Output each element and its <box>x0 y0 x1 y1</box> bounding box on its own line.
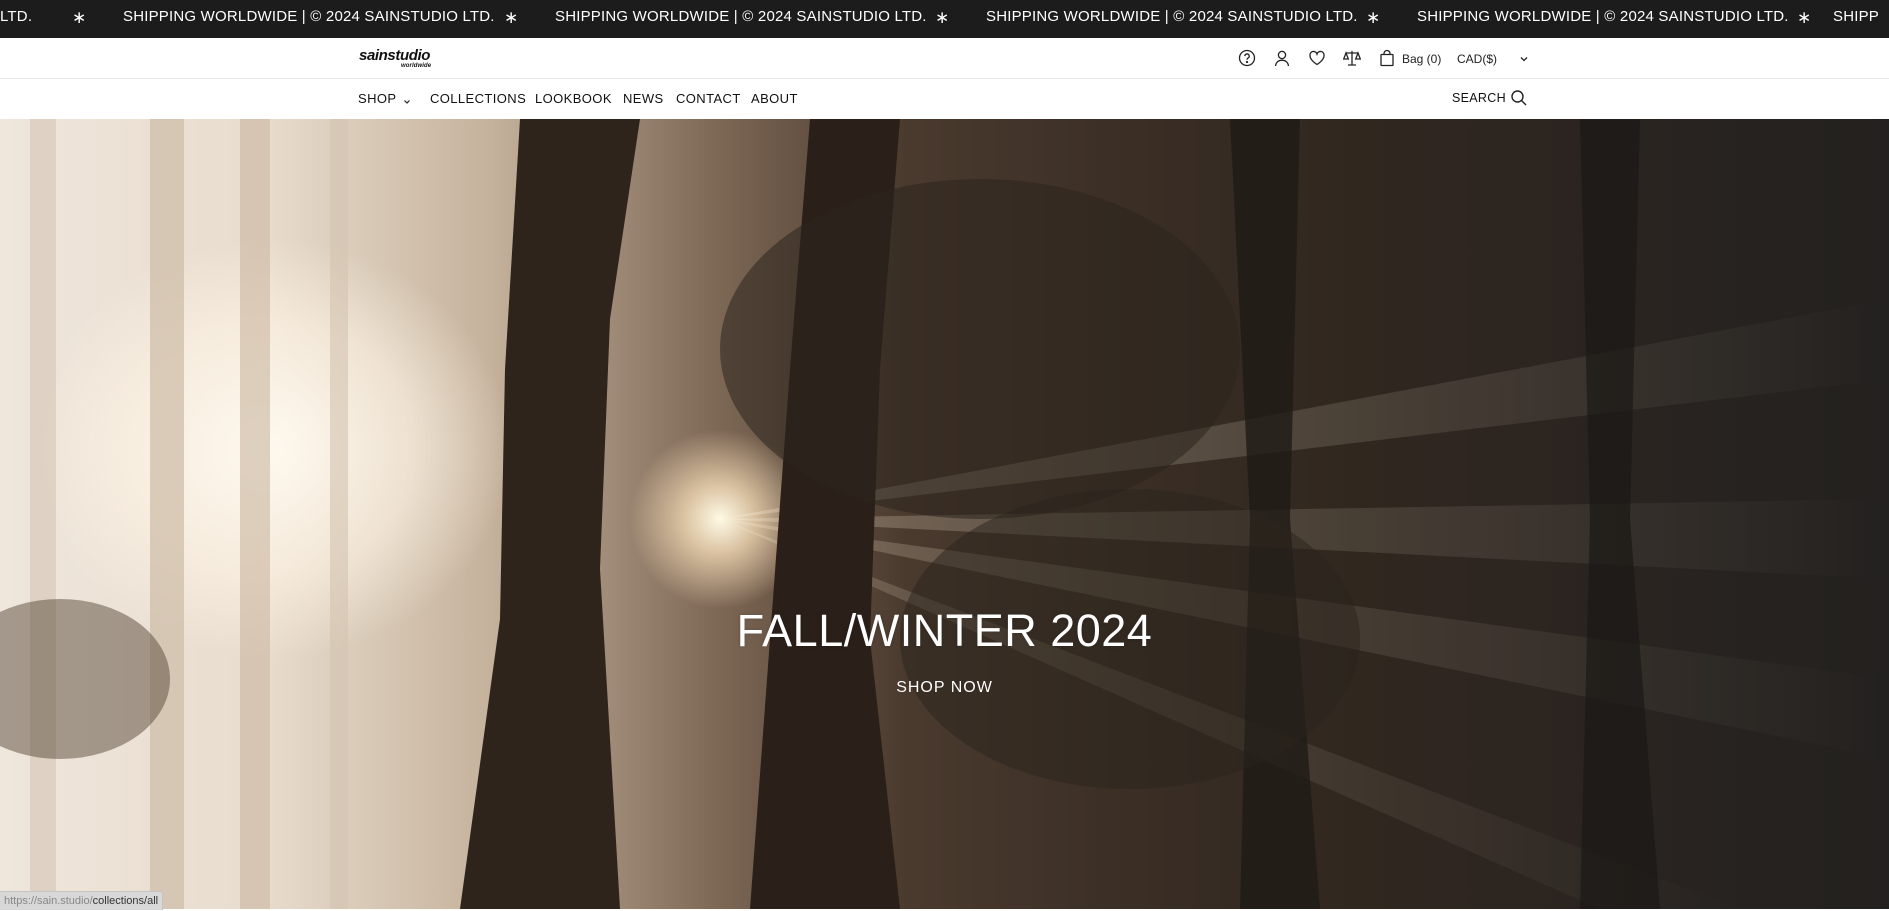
announcement-text: SHIPPING WORLDWIDE | © 2024 SAINSTUDIO L… <box>1417 8 1789 25</box>
logo-wordmark: sainstudio <box>359 47 431 64</box>
nav-item-shop[interactable]: SHOP <box>358 91 396 106</box>
announcement-text: LTD. <box>0 8 33 25</box>
bag-icon[interactable] <box>1378 49 1396 67</box>
currency-selector[interactable]: CAD($) <box>1457 52 1497 66</box>
announcement-text: SHIPPING WORLDWIDE | © 2024 SAINSTUDIO L… <box>555 8 927 25</box>
nav-item-about[interactable]: ABOUT <box>751 91 798 106</box>
nav-item-news[interactable]: NEWS <box>623 91 664 106</box>
announcement-text: SHIPPING WORLDWIDE | © 2024 SAINSTUDIO L… <box>986 8 1358 25</box>
logo-subtext: worldwide <box>401 63 432 69</box>
nav-item-contact[interactable]: CONTACT <box>676 91 741 106</box>
chevron-down-icon[interactable] <box>1518 52 1530 64</box>
announcement-bar: LTD. ∗ SHIPPING WORLDWIDE | © 2024 SAINS… <box>0 0 1889 38</box>
site-logo[interactable]: sainstudio worldwide <box>359 47 451 69</box>
announcement-text: SHIPPING WORLDWIDE | © 2024 SAINSTUDIO L… <box>123 8 495 25</box>
separator-icon: ∗ <box>72 8 87 27</box>
account-icon[interactable] <box>1273 49 1291 67</box>
status-bar-url: https://sain.studio/collections/all <box>0 891 164 910</box>
search-button[interactable]: SEARCH <box>1452 91 1506 105</box>
hero-banner[interactable]: FALL/WINTER 2024 SHOP NOW <box>0 119 1889 909</box>
status-url-prefix: https://sain.studio/ <box>4 895 93 907</box>
separator-icon: ∗ <box>1366 8 1381 27</box>
nav-item-collections[interactable]: COLLECTIONS <box>430 91 526 106</box>
shop-now-link[interactable]: SHOP NOW <box>0 679 1889 697</box>
announcement-text: SHIPP <box>1833 8 1880 25</box>
bag-button[interactable]: Bag (0) <box>1402 52 1441 66</box>
separator-icon: ∗ <box>1797 8 1812 27</box>
status-url-path: collections/all <box>92 895 159 907</box>
separator-icon: ∗ <box>504 8 519 27</box>
help-icon[interactable] <box>1238 49 1256 67</box>
hero-background-image <box>0 119 1889 909</box>
hero-title: FALL/WINTER 2024 <box>736 605 1153 656</box>
main-nav: SHOP COLLECTIONS LOOKBOOK NEWS CONTACT A… <box>0 79 1889 119</box>
separator-icon: ∗ <box>935 8 950 27</box>
nav-item-lookbook[interactable]: LOOKBOOK <box>535 91 612 106</box>
site-header: sainstudio worldwide Bag (0) CAD($) <box>0 38 1889 79</box>
search-icon[interactable] <box>1510 89 1528 107</box>
chevron-down-icon[interactable] <box>402 94 412 104</box>
wishlist-icon[interactable] <box>1308 49 1326 67</box>
compare-icon[interactable] <box>1343 49 1361 67</box>
